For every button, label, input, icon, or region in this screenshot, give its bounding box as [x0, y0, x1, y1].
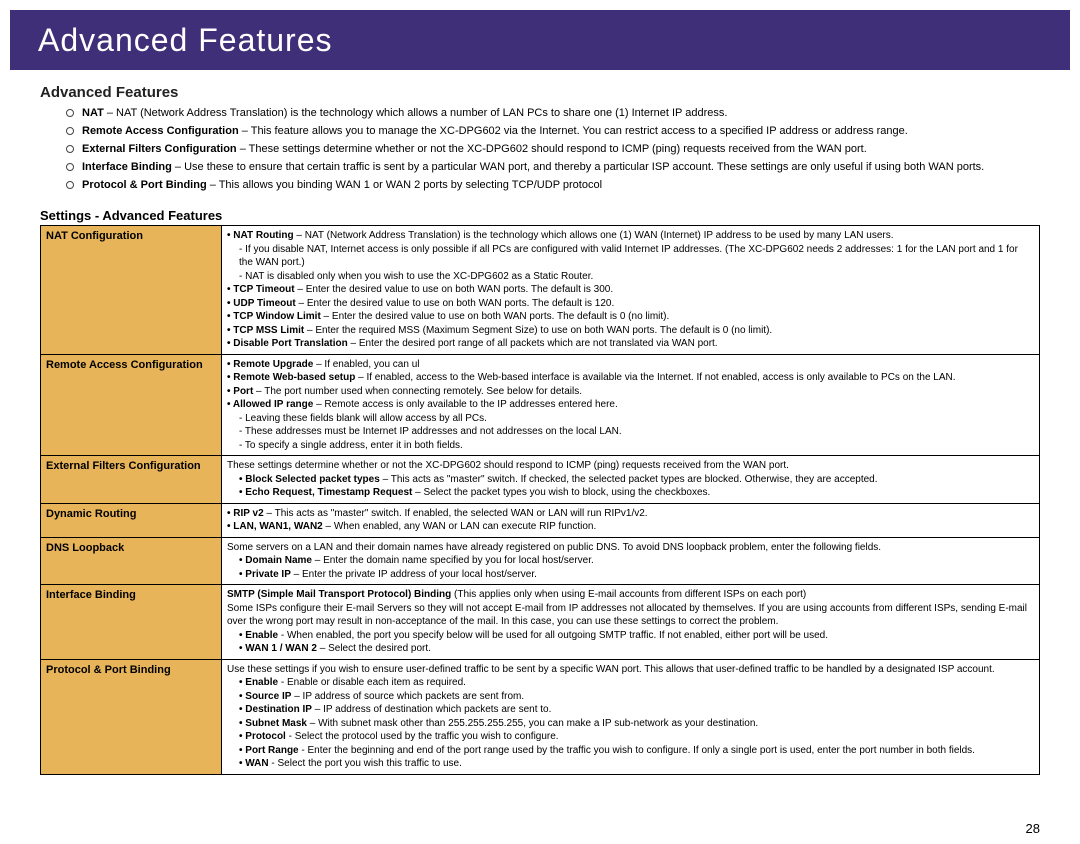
- row-content: Some servers on a LAN and their domain n…: [222, 537, 1040, 585]
- row-label: Interface Binding: [41, 585, 222, 660]
- table-row: DNS LoopbackSome servers on a LAN and th…: [41, 537, 1040, 585]
- subsection-title: Settings - Advanced Features: [40, 208, 1040, 223]
- table-row: Dynamic Routing• RIP v2 – This acts as "…: [41, 503, 1040, 537]
- row-content: SMTP (Simple Mail Transport Protocol) Bi…: [222, 585, 1040, 660]
- features-table: NAT Configuration• NAT Routing – NAT (Ne…: [40, 225, 1040, 775]
- row-label: Remote Access Configuration: [41, 354, 222, 456]
- row-content: Use these settings if you wish to ensure…: [222, 659, 1040, 774]
- row-label: External Filters Configuration: [41, 456, 222, 504]
- bullet-icon: [66, 181, 74, 189]
- intro-item: Interface Binding – Use these to ensure …: [70, 159, 1040, 176]
- row-label: DNS Loopback: [41, 537, 222, 585]
- intro-list: NAT – NAT (Network Address Translation) …: [40, 105, 1040, 194]
- table-row: Protocol & Port BindingUse these setting…: [41, 659, 1040, 774]
- table-row: External Filters ConfigurationThese sett…: [41, 456, 1040, 504]
- row-content: • NAT Routing – NAT (Network Address Tra…: [222, 226, 1040, 355]
- bullet-icon: [66, 145, 74, 153]
- page-banner: Advanced Features: [10, 10, 1070, 70]
- intro-item: NAT – NAT (Network Address Translation) …: [70, 105, 1040, 122]
- row-content: These settings determine whether or not …: [222, 456, 1040, 504]
- bullet-icon: [66, 163, 74, 171]
- table-row: NAT Configuration• NAT Routing – NAT (Ne…: [41, 226, 1040, 355]
- row-content: • RIP v2 – This acts as "master" switch.…: [222, 503, 1040, 537]
- row-label: Dynamic Routing: [41, 503, 222, 537]
- row-label: NAT Configuration: [41, 226, 222, 355]
- intro-item: External Filters Configuration – These s…: [70, 141, 1040, 158]
- table-row: Remote Access Configuration• Remote Upgr…: [41, 354, 1040, 456]
- intro-item: Remote Access Configuration – This featu…: [70, 123, 1040, 140]
- row-content: • Remote Upgrade – If enabled, you can u…: [222, 354, 1040, 456]
- section-title: Advanced Features: [40, 84, 1040, 101]
- row-label: Protocol & Port Binding: [41, 659, 222, 774]
- bullet-icon: [66, 127, 74, 135]
- table-row: Interface BindingSMTP (Simple Mail Trans…: [41, 585, 1040, 660]
- bullet-icon: [66, 109, 74, 117]
- intro-item: Protocol & Port Binding – This allows yo…: [70, 177, 1040, 194]
